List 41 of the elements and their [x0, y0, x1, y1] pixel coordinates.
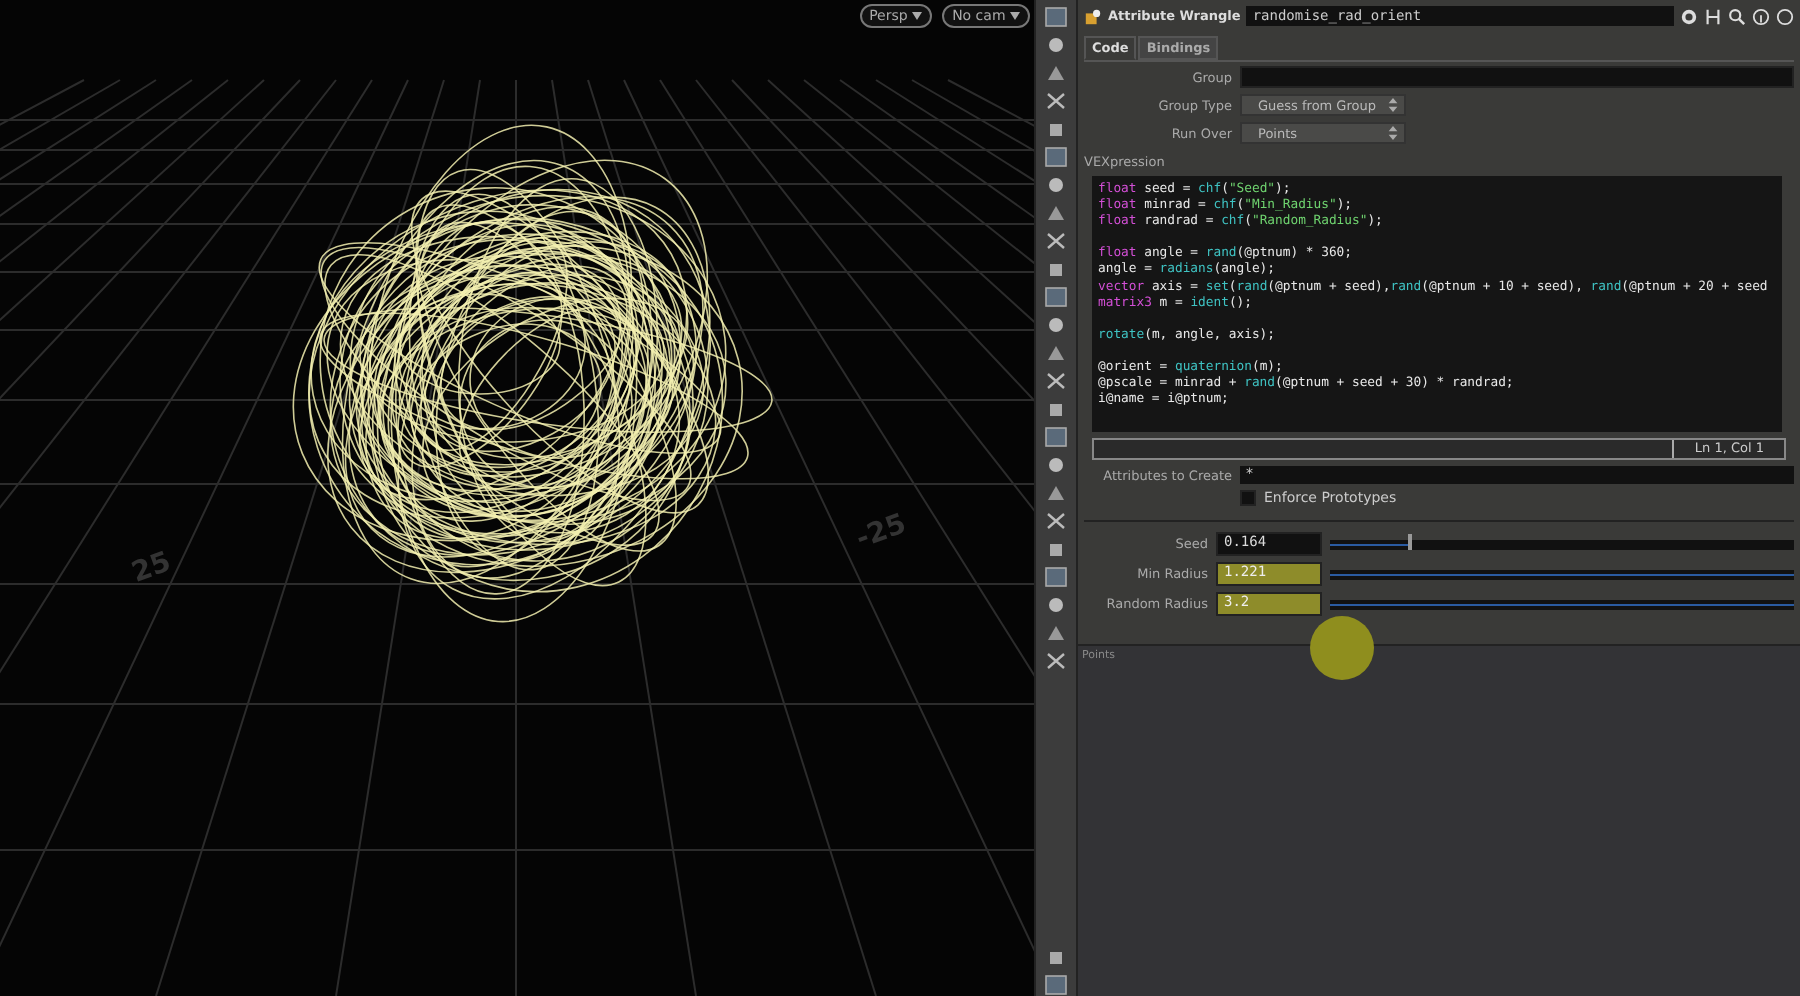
group-field[interactable]	[1240, 66, 1794, 88]
node-type-icon	[1084, 7, 1102, 25]
triangle-icon[interactable]	[1044, 622, 1068, 644]
cross-icon[interactable]	[1044, 230, 1068, 252]
slider-track[interactable]	[1330, 569, 1794, 579]
cross-icon[interactable]	[1044, 90, 1068, 112]
updown-icon	[1388, 98, 1398, 112]
sphere-icon[interactable]	[1044, 594, 1068, 616]
cross-icon[interactable]	[1044, 650, 1068, 672]
code-editor[interactable]	[1092, 176, 1782, 432]
search-icon[interactable]	[1728, 7, 1746, 25]
triangle-icon[interactable]	[1044, 62, 1068, 84]
sphere-icon[interactable]	[1044, 454, 1068, 476]
triangle-icon[interactable]	[1044, 482, 1068, 504]
square-icon[interactable]	[1044, 946, 1068, 968]
square-icon[interactable]	[1044, 538, 1068, 560]
square-icon[interactable]	[1044, 258, 1068, 280]
slider-track[interactable]	[1330, 539, 1794, 549]
caret-icon	[1010, 12, 1020, 21]
caret-icon	[912, 12, 923, 21]
panel-icon[interactable]	[1044, 426, 1068, 448]
triangle-icon[interactable]	[1044, 342, 1068, 364]
sphere-icon[interactable]	[1044, 314, 1068, 336]
square-icon[interactable]	[1044, 118, 1068, 140]
panel-icon[interactable]	[1044, 974, 1068, 996]
triangle-icon[interactable]	[1044, 202, 1068, 224]
settings-icon[interactable]	[1680, 7, 1698, 25]
updown-icon	[1388, 126, 1398, 140]
sphere-icon[interactable]	[1044, 174, 1068, 196]
checkbox[interactable]	[1240, 490, 1256, 506]
panel-icon[interactable]	[1044, 6, 1068, 28]
panel-icon[interactable]	[1044, 146, 1068, 168]
info-icon[interactable]	[1752, 7, 1770, 25]
panel-icon[interactable]	[1044, 566, 1068, 588]
sphere-icon[interactable]	[1044, 34, 1068, 56]
cross-icon[interactable]	[1044, 370, 1068, 392]
slider-handle[interactable]	[1408, 533, 1413, 549]
square-icon[interactable]	[1044, 398, 1068, 420]
panel-icon[interactable]	[1044, 286, 1068, 308]
slider-track[interactable]	[1330, 599, 1794, 609]
cross-icon[interactable]	[1044, 510, 1068, 532]
